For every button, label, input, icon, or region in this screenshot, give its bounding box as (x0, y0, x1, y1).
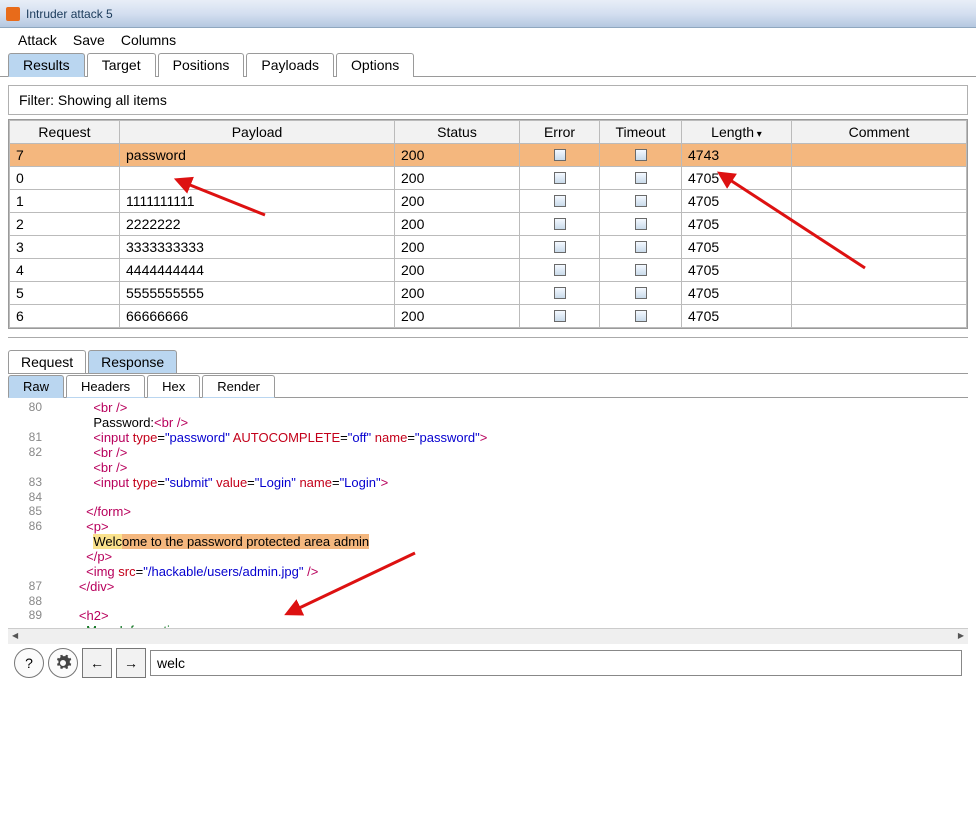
table-row[interactable]: 222222222004705 (10, 213, 967, 236)
search-input[interactable] (150, 650, 962, 676)
table-row[interactable]: 444444444442004705 (10, 259, 967, 282)
tab-response[interactable]: Response (88, 350, 177, 373)
window-title: Intruder attack 5 (26, 7, 113, 21)
timeout-checkbox[interactable] (635, 287, 647, 299)
table-row[interactable]: 555555555552004705 (10, 282, 967, 305)
timeout-checkbox[interactable] (635, 241, 647, 253)
column-status[interactable]: Status (395, 121, 520, 144)
timeout-checkbox[interactable] (635, 172, 647, 184)
column-error[interactable]: Error (520, 121, 600, 144)
timeout-checkbox[interactable] (635, 310, 647, 322)
results-table: RequestPayloadStatusErrorTimeoutLengthCo… (8, 119, 968, 329)
column-timeout[interactable]: Timeout (600, 121, 682, 144)
app-icon (6, 7, 20, 21)
table-row[interactable]: 6666666662004705 (10, 305, 967, 328)
error-checkbox[interactable] (554, 241, 566, 253)
request-response-tabs: RequestResponse (8, 350, 968, 374)
column-payload[interactable]: Payload (120, 121, 395, 144)
window-titlebar: Intruder attack 5 (0, 0, 976, 28)
search-prev-button[interactable]: ← (82, 648, 112, 678)
timeout-checkbox[interactable] (635, 195, 647, 207)
error-checkbox[interactable] (554, 172, 566, 184)
menubar: Attack Save Columns (0, 28, 976, 52)
column-request[interactable]: Request (10, 121, 120, 144)
tab-options[interactable]: Options (336, 53, 414, 77)
timeout-checkbox[interactable] (635, 149, 647, 161)
error-checkbox[interactable] (554, 195, 566, 207)
menu-columns[interactable]: Columns (113, 30, 184, 50)
error-checkbox[interactable] (554, 287, 566, 299)
menu-attack[interactable]: Attack (10, 30, 65, 50)
column-length[interactable]: Length (682, 121, 792, 144)
response-tab-headers[interactable]: Headers (66, 375, 145, 398)
tab-payloads[interactable]: Payloads (246, 53, 334, 77)
error-checkbox[interactable] (554, 264, 566, 276)
timeout-checkbox[interactable] (635, 264, 647, 276)
table-row[interactable]: 02004705 (10, 167, 967, 190)
search-bar: ? ← → (8, 644, 968, 682)
tab-request[interactable]: Request (8, 350, 86, 373)
column-comment[interactable]: Comment (792, 121, 967, 144)
help-icon[interactable]: ? (14, 648, 44, 678)
table-row[interactable]: 111111111112004705 (10, 190, 967, 213)
error-checkbox[interactable] (554, 310, 566, 322)
response-raw-view[interactable]: 80 <br /> Password:<br />81 <input type=… (8, 398, 968, 628)
error-checkbox[interactable] (554, 218, 566, 230)
menu-save[interactable]: Save (65, 30, 113, 50)
error-checkbox[interactable] (554, 149, 566, 161)
tab-results[interactable]: Results (8, 53, 85, 77)
table-row[interactable]: 333333333332004705 (10, 236, 967, 259)
tab-positions[interactable]: Positions (158, 53, 245, 77)
response-tab-hex[interactable]: Hex (147, 375, 200, 398)
timeout-checkbox[interactable] (635, 218, 647, 230)
response-view-tabs: RawHeadersHexRender (8, 374, 968, 398)
gear-icon[interactable] (48, 648, 78, 678)
horizontal-scrollbar[interactable] (8, 628, 968, 644)
table-row[interactable]: 7password2004743 (10, 144, 967, 167)
tab-target[interactable]: Target (87, 53, 156, 77)
main-tabs: ResultsTargetPositionsPayloadsOptions (0, 52, 976, 77)
filter-row[interactable]: Filter: Showing all items (8, 85, 968, 115)
response-tab-render[interactable]: Render (202, 375, 275, 398)
search-next-button[interactable]: → (116, 648, 146, 678)
lower-pane: RequestResponse RawHeadersHexRender 80 <… (8, 337, 968, 682)
response-tab-raw[interactable]: Raw (8, 375, 64, 398)
